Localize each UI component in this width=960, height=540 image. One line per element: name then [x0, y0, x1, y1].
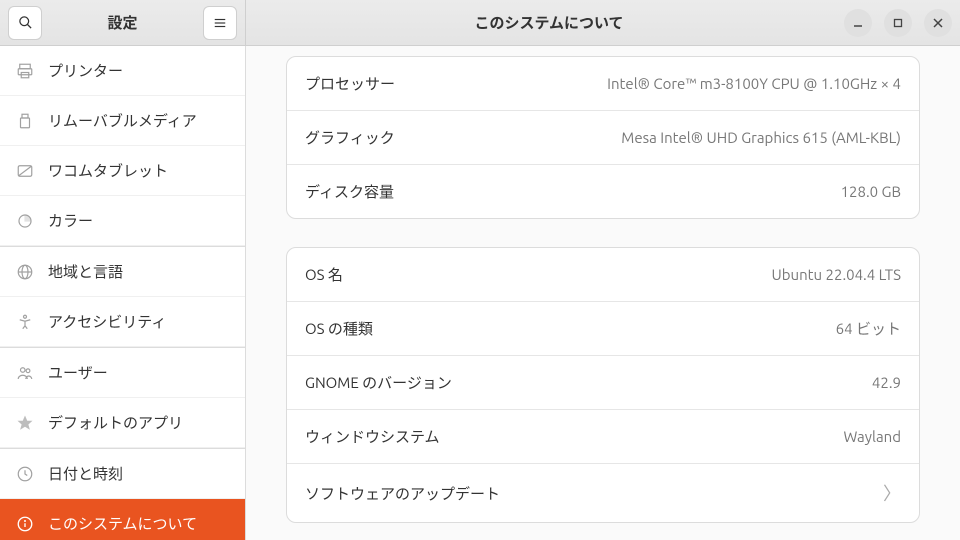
row-os-name: OS 名 Ubuntu 22.04.4 LTS [287, 248, 919, 302]
os-group: OS 名 Ubuntu 22.04.4 LTS OS の種類 64 ビット GN… [286, 247, 920, 523]
titlebar-left: 設定 [0, 0, 246, 45]
row-disk: ディスク容量 128.0 GB [287, 165, 919, 218]
globe-icon [16, 263, 34, 281]
tablet-icon [16, 162, 34, 180]
main-content[interactable]: プロセッサー Intel® Core™ m3-8100Y CPU @ 1.10G… [246, 46, 960, 540]
maximize-button[interactable] [884, 9, 912, 37]
row-software-updates[interactable]: ソフトウェアのアップデート 〉 [287, 464, 919, 522]
sidebar-item-removable[interactable]: リムーバブルメディア [0, 96, 245, 146]
titlebar-main: このシステムについて [246, 0, 960, 45]
sidebar[interactable]: プリンター リムーバブルメディア ワコムタブレット カラー 地域と言語 アクセシ… [0, 46, 246, 540]
sidebar-item-label: カラー [48, 210, 93, 231]
titlebar: 設定 このシステムについて [0, 0, 960, 46]
row-graphics: グラフィック Mesa Intel® UHD Graphics 615 (AML… [287, 111, 919, 165]
color-icon [16, 212, 34, 230]
users-icon [16, 364, 34, 382]
row-label: OS 名 [305, 264, 343, 285]
row-label: ウィンドウシステム [305, 426, 440, 447]
close-button[interactable] [924, 9, 952, 37]
window-controls [844, 9, 952, 37]
row-value: 42.9 [872, 374, 901, 391]
sidebar-item-label: ユーザー [48, 362, 108, 383]
sidebar-item-datetime[interactable]: 日付と時刻 [0, 448, 245, 499]
sidebar-item-printer[interactable]: プリンター [0, 46, 245, 96]
search-button[interactable] [8, 6, 42, 40]
accessibility-icon [16, 313, 34, 331]
page-title: このシステムについて [254, 12, 844, 33]
row-label: OS の種類 [305, 318, 373, 339]
sidebar-item-label: デフォルトのアプリ [48, 412, 183, 433]
sidebar-item-default-apps[interactable]: デフォルトのアプリ [0, 398, 245, 448]
minimize-button[interactable] [844, 9, 872, 37]
row-gnome: GNOME のバージョン 42.9 [287, 356, 919, 410]
sidebar-item-label: このシステムについて [48, 513, 197, 534]
usb-icon [16, 112, 34, 130]
sidebar-item-users[interactable]: ユーザー [0, 347, 245, 398]
row-value: 64 ビット [836, 318, 901, 339]
row-label: GNOME のバージョン [305, 372, 452, 393]
sidebar-item-label: 日付と時刻 [48, 463, 123, 484]
search-icon [18, 15, 33, 30]
sidebar-item-region[interactable]: 地域と言語 [0, 246, 245, 297]
menu-button[interactable] [203, 6, 237, 40]
sidebar-item-label: ワコムタブレット [48, 160, 168, 181]
info-icon [16, 515, 34, 533]
hamburger-icon [213, 16, 227, 30]
close-icon [933, 18, 943, 28]
star-icon [16, 414, 34, 432]
minimize-icon [853, 18, 863, 28]
row-window-system: ウィンドウシステム Wayland [287, 410, 919, 464]
maximize-icon [893, 18, 903, 28]
row-value: Mesa Intel® UHD Graphics 615 (AML-KBL) [621, 129, 901, 146]
sidebar-item-color[interactable]: カラー [0, 196, 245, 246]
row-value: Wayland [843, 428, 901, 445]
hardware-group: プロセッサー Intel® Core™ m3-8100Y CPU @ 1.10G… [286, 56, 920, 219]
sidebar-item-label: プリンター [48, 60, 123, 81]
row-value: Intel® Core™ m3-8100Y CPU @ 1.10GHz × 4 [607, 75, 901, 92]
sidebar-item-about[interactable]: このシステムについて [0, 499, 245, 540]
row-label: プロセッサー [305, 73, 395, 94]
settings-title: 設定 [42, 12, 203, 33]
row-processor: プロセッサー Intel® Core™ m3-8100Y CPU @ 1.10G… [287, 57, 919, 111]
chevron-right-icon: 〉 [883, 480, 901, 506]
sidebar-item-label: アクセシビリティ [48, 311, 166, 332]
row-label: ソフトウェアのアップデート [305, 483, 500, 504]
sidebar-item-label: リムーバブルメディア [48, 110, 197, 131]
row-label: グラフィック [305, 127, 395, 148]
row-value: 128.0 GB [841, 183, 901, 200]
row-os-type: OS の種類 64 ビット [287, 302, 919, 356]
printer-icon [16, 62, 34, 80]
row-value: Ubuntu 22.04.4 LTS [771, 266, 901, 283]
sidebar-item-accessibility[interactable]: アクセシビリティ [0, 297, 245, 347]
sidebar-item-label: 地域と言語 [48, 261, 123, 282]
sidebar-item-wacom[interactable]: ワコムタブレット [0, 146, 245, 196]
row-label: ディスク容量 [305, 181, 394, 202]
clock-icon [16, 465, 34, 483]
